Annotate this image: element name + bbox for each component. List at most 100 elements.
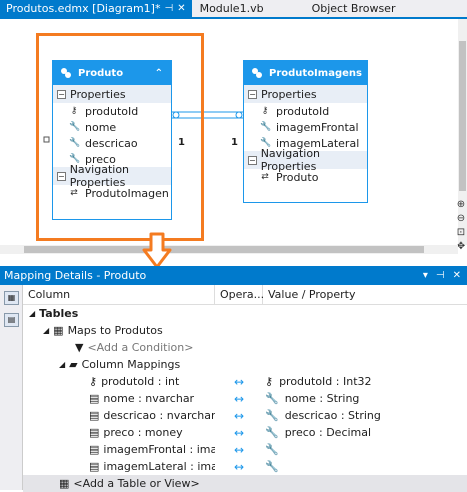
filter-icon: ▼	[75, 341, 84, 354]
column-icon: ▤	[89, 409, 100, 422]
row-label: Column Mappings	[81, 358, 181, 371]
pin-icon[interactable]: ⊣	[164, 3, 173, 14]
map-entity-to-tables-icon[interactable]: ▦	[4, 291, 19, 305]
zoom-fit-icon[interactable]: ⊡	[455, 226, 467, 240]
mapping-details-title-bar: Mapping Details - Produto ▾ ⊣ ✕	[0, 266, 467, 285]
row-label: <Add a Condition>	[87, 341, 194, 354]
section-label: Navigation Properties	[260, 147, 321, 173]
zoom-out-icon[interactable]: ⊖	[455, 212, 467, 226]
tree-row-column-mappings[interactable]: ◢ ▰ Column Mappings	[23, 356, 467, 373]
column-icon: ▤	[89, 443, 100, 456]
navigation-section[interactable]: − Navigation Properties	[244, 147, 367, 173]
mapping-operator: ↔	[233, 425, 245, 440]
wrench-icon: 🔧	[260, 122, 272, 132]
tab-produtos-edmx[interactable]: Produtos.edmx [Diagram1]* ⊣ ✕	[0, 0, 192, 17]
selection-highlight	[36, 33, 204, 241]
mapping-row[interactable]: ▤ preco : money ↔ 🔧 preco : Decimal	[23, 424, 467, 441]
property-label: Produto	[276, 170, 319, 184]
tree-row-add-table[interactable]: ▦ <Add a Table or View>	[23, 475, 467, 492]
key-icon: ⚷	[265, 375, 274, 388]
mapping-column: preco : money	[103, 426, 183, 439]
tab-label: Object Browser	[311, 2, 396, 15]
map-entity-to-functions-icon[interactable]: ▤	[4, 313, 19, 327]
dropdown-icon[interactable]: ▾	[423, 270, 428, 281]
expand-triangle-icon[interactable]: ◢	[29, 309, 35, 318]
column-header-column[interactable]: Column	[23, 285, 215, 304]
folder-icon: ▰	[69, 358, 78, 371]
down-arrow-icon	[142, 232, 172, 269]
entity-title: ProdutoImagens	[269, 67, 362, 79]
key-column-icon: ⚷	[89, 375, 98, 388]
key-icon: ⚷	[261, 106, 269, 116]
multiplicity-right: 1	[231, 137, 238, 148]
scroll-thumb[interactable]	[24, 246, 424, 253]
mapping-value[interactable]: produtoId : Int32	[279, 375, 371, 388]
mapping-grid: Column Opera... Value / Property ◢ Tables…	[23, 285, 467, 492]
mapping-row[interactable]: ▤ descricao : nvarchar ↔ 🔧 descricao : Str…	[23, 407, 467, 424]
row-label: <Add a Table or View>	[73, 477, 200, 490]
mapping-value[interactable]: nome : String	[285, 392, 360, 405]
designer-surface[interactable]: 1 1 Produto ⌃ − Properties ⚷ produtoId 🔧 n…	[0, 19, 467, 257]
property-produtoid[interactable]: ⚷ produtoId	[244, 103, 367, 119]
section-label: Properties	[261, 87, 317, 101]
tree-row-tables[interactable]: ◢ Tables	[23, 305, 467, 322]
document-tab-bar: Produtos.edmx [Diagram1]* ⊣ ✕ Module1.vb…	[0, 0, 467, 17]
wrench-icon: 🔧	[265, 443, 279, 456]
zoom-in-icon[interactable]: ⊕	[455, 198, 467, 212]
panel-controls: ▾ ⊣ ✕	[423, 270, 461, 281]
collapse-icon[interactable]: ⌃	[368, 68, 376, 79]
entity-icon	[251, 67, 263, 79]
entity-header[interactable]: ProdutoImagens ⌃	[244, 61, 376, 85]
tree-row-add-condition[interactable]: ▼ <Add a Condition>	[23, 339, 467, 356]
wrench-icon: 🔧	[265, 460, 279, 473]
tab-label: Module1.vb	[199, 2, 264, 15]
properties-section[interactable]: − Properties	[244, 85, 367, 103]
wrench-icon: 🔧	[265, 426, 279, 439]
navigation-property-icon: ⇄	[261, 172, 269, 182]
mapping-value[interactable]: preco : Decimal	[285, 426, 371, 439]
tree-row-maps-to[interactable]: ◢ ▦ Maps to Produtos	[23, 322, 467, 339]
scroll-thumb[interactable]	[459, 41, 466, 191]
property-label: imagemFrontal	[276, 120, 359, 134]
row-label: Maps to Produtos	[67, 324, 163, 337]
mapping-row[interactable]: ▤ nome : nvarchar ↔ 🔧 nome : String	[23, 390, 467, 407]
table-icon: ▦	[53, 324, 64, 337]
mapping-column: nome : nvarchar	[103, 392, 195, 405]
mapping-column: imagemLateral : image	[103, 460, 215, 473]
row-label: Tables	[39, 307, 79, 320]
panel-title: Mapping Details - Produto	[4, 269, 147, 282]
wrench-icon: 🔧	[265, 409, 279, 422]
mapping-value[interactable]: descricao : String	[285, 409, 381, 422]
mapping-column: produtoId : int	[101, 375, 180, 388]
mapping-column: descricao : nvarchar	[103, 409, 215, 422]
mapping-row[interactable]: ▤imagemFrontal : image ↔ 🔧	[23, 441, 467, 458]
tab-module1[interactable]: Module1.vb	[192, 0, 270, 17]
mapping-toolbar: ▦ ▤	[0, 285, 23, 490]
expand-triangle-icon[interactable]: ◢	[43, 326, 49, 335]
table-icon: ▦	[59, 477, 70, 490]
tab-label: Produtos.edmx [Diagram1]*	[6, 2, 161, 15]
mapping-column: imagemFrontal : image	[103, 443, 215, 456]
mapping-operator: ↔	[233, 408, 245, 423]
column-header-value[interactable]: Value / Property	[263, 285, 467, 304]
grid-header: Column Opera... Value / Property	[23, 285, 467, 305]
mapping-operator: ↔	[233, 374, 245, 389]
collapse-box-icon[interactable]: −	[248, 89, 257, 99]
expand-triangle-icon[interactable]: ◢	[59, 360, 65, 369]
tab-object-browser[interactable]: Object Browser	[270, 0, 402, 17]
pin-icon[interactable]: ⊣	[436, 270, 445, 281]
collapse-box-icon[interactable]: −	[248, 155, 257, 165]
horizontal-scrollbar[interactable]	[0, 245, 458, 254]
column-icon: ▤	[89, 426, 100, 439]
close-icon[interactable]: ✕	[177, 3, 185, 14]
mapping-row[interactable]: ⚷ produtoId : int ↔ ⚷ produtoId : Int32	[23, 373, 467, 390]
entity-produtoimagens[interactable]: ProdutoImagens ⌃ − Properties ⚷ produtoId…	[243, 60, 376, 203]
column-header-operator[interactable]: Opera...	[215, 285, 264, 304]
property-label: produtoId	[276, 104, 330, 118]
mapping-operator: ↔	[233, 391, 245, 406]
mapping-row[interactable]: ▤imagemLateral : image ↔ 🔧	[23, 458, 467, 475]
close-icon[interactable]: ✕	[453, 270, 461, 281]
wrench-icon: 🔧	[265, 392, 279, 405]
property-imagemfrontal[interactable]: 🔧 imagemFrontal	[244, 119, 367, 135]
column-icon: ▤	[89, 392, 100, 405]
